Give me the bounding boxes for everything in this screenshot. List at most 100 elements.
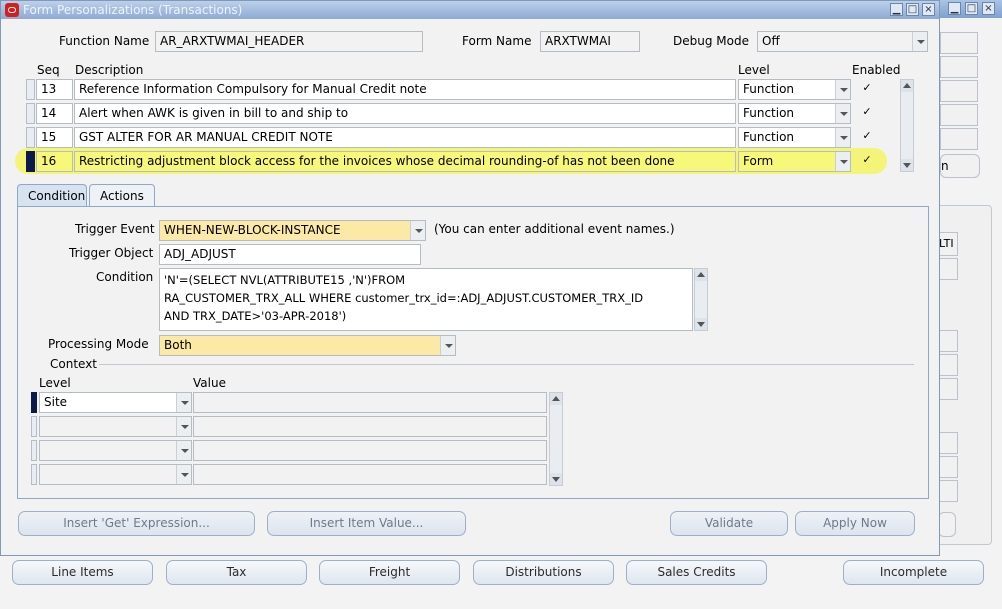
background-field xyxy=(938,378,958,400)
seq-field[interactable]: 14 xyxy=(36,103,73,124)
incomplete-button[interactable]: Incomplete xyxy=(843,560,984,585)
level-select[interactable]: Function xyxy=(738,79,851,100)
description-field[interactable]: Restricting adjustment block access for … xyxy=(74,151,736,172)
chevron-down-icon[interactable] xyxy=(176,465,191,484)
background-field xyxy=(938,354,958,376)
trigger-event-label: Trigger Event xyxy=(75,222,155,236)
chevron-down-icon[interactable] xyxy=(176,393,191,412)
background-field xyxy=(938,480,958,502)
context-scrollbar[interactable] xyxy=(549,392,563,486)
chevron-down-icon[interactable] xyxy=(176,441,191,460)
insert-item-value-button[interactable]: Insert Item Value... xyxy=(267,511,466,536)
level-column-header: Level xyxy=(738,63,770,77)
chevron-down-icon[interactable] xyxy=(410,221,425,240)
form-name-field[interactable]: ARXTWMAI xyxy=(540,31,640,52)
trigger-event-select[interactable]: WHEN-NEW-BLOCK-INSTANCE xyxy=(159,220,426,241)
chevron-down-icon[interactable] xyxy=(440,336,455,355)
scroll-up-icon[interactable] xyxy=(550,393,562,405)
processing-mode-label: Processing Mode xyxy=(48,337,149,351)
enabled-checkbox[interactable]: ✓ xyxy=(861,82,873,94)
condition-scrollbar[interactable] xyxy=(694,268,708,331)
row-selector[interactable] xyxy=(26,79,35,100)
debug-mode-select[interactable]: Off xyxy=(757,31,928,52)
background-field xyxy=(938,456,958,478)
enabled-checkbox[interactable]: ✓ xyxy=(861,130,873,142)
function-name-label: Function Name xyxy=(59,34,150,48)
context-row-selector[interactable] xyxy=(31,416,37,437)
background-button: n xyxy=(940,154,980,178)
seq-field[interactable]: 15 xyxy=(36,127,73,148)
context-value-field[interactable] xyxy=(193,440,547,461)
maximize-icon[interactable]: □ xyxy=(965,2,978,15)
context-level-select[interactable] xyxy=(39,464,192,485)
chevron-down-icon[interactable] xyxy=(176,417,191,436)
context-row-selector[interactable] xyxy=(31,464,37,485)
seq-field[interactable]: 16 xyxy=(36,151,73,172)
condition-textarea[interactable]: 'N'=(SELECT NVL(ATTRIBUTE15 ,'N')FROM RA… xyxy=(159,268,693,331)
context-row-selector[interactable] xyxy=(31,440,37,461)
scroll-down-icon[interactable] xyxy=(901,159,913,171)
debug-mode-value: Off xyxy=(762,34,780,48)
scroll-up-icon[interactable] xyxy=(695,269,707,281)
context-value-field[interactable] xyxy=(193,464,547,485)
enabled-checkbox[interactable]: ✓ xyxy=(861,154,873,166)
apply-now-button[interactable]: Apply Now xyxy=(795,511,915,536)
condition-line: 'N'=(SELECT NVL(ATTRIBUTE15 ,'N')FROM xyxy=(164,273,406,287)
level-select[interactable]: Form xyxy=(738,151,851,172)
chevron-down-icon[interactable] xyxy=(835,152,850,171)
context-value-field[interactable] xyxy=(193,416,547,437)
function-name-field[interactable]: AR_ARXTWMAI_HEADER xyxy=(155,31,423,52)
description-field[interactable]: Alert when AWK is given in bill to and s… xyxy=(74,103,736,124)
background-field xyxy=(940,32,978,54)
level-value: Form xyxy=(743,154,774,168)
description-field[interactable]: GST ALTER FOR AR MANUAL CREDIT NOTE xyxy=(74,127,736,148)
close-icon[interactable]: × xyxy=(982,2,995,15)
level-select[interactable]: Function xyxy=(738,103,851,124)
context-level-select[interactable] xyxy=(39,416,192,437)
context-level-header: Level xyxy=(39,376,71,390)
scroll-down-icon[interactable] xyxy=(695,318,707,330)
context-level-select[interactable]: Site xyxy=(39,392,192,413)
freight-button[interactable]: Freight xyxy=(319,560,460,585)
scroll-down-icon[interactable] xyxy=(550,473,562,485)
sales-credits-button[interactable]: Sales Credits xyxy=(626,560,767,585)
distributions-button[interactable]: Distributions xyxy=(473,560,614,585)
context-level-value: Site xyxy=(44,395,68,409)
chevron-down-icon[interactable] xyxy=(835,80,850,99)
grid-scrollbar[interactable] xyxy=(900,79,914,172)
chevron-down-icon[interactable] xyxy=(835,104,850,123)
row-selector-current[interactable] xyxy=(26,151,35,172)
background-button xyxy=(938,512,956,537)
chevron-down-icon[interactable] xyxy=(835,128,850,147)
description-field[interactable]: Reference Information Compulsory for Man… xyxy=(74,79,736,100)
chevron-down-icon[interactable] xyxy=(912,32,927,51)
context-level-select[interactable] xyxy=(39,440,192,461)
maximize-icon[interactable]: □ xyxy=(906,3,919,16)
debug-mode-label: Debug Mode xyxy=(673,34,749,48)
level-value: Function xyxy=(743,130,795,144)
context-row-selector-current[interactable] xyxy=(31,392,37,413)
minimize-icon[interactable]: ▁ xyxy=(948,2,961,15)
row-selector[interactable] xyxy=(26,103,35,124)
tab-condition[interactable]: Condition xyxy=(17,184,87,207)
condition-line: AND TRX_DATE>'03-APR-2018') xyxy=(164,309,347,323)
tax-button[interactable]: Tax xyxy=(166,560,307,585)
validate-button[interactable]: Validate xyxy=(670,511,788,536)
enabled-column-header: Enabled xyxy=(852,63,901,77)
level-select[interactable]: Function xyxy=(738,127,851,148)
scroll-up-icon[interactable] xyxy=(901,80,913,92)
seq-field[interactable]: 13 xyxy=(36,79,73,100)
tab-actions[interactable]: Actions xyxy=(89,184,155,207)
background-field xyxy=(940,80,978,102)
close-icon[interactable]: × xyxy=(922,3,935,16)
condition-label: Condition xyxy=(96,270,154,284)
context-value-field[interactable] xyxy=(193,392,547,413)
row-selector[interactable] xyxy=(26,127,35,148)
enabled-checkbox[interactable]: ✓ xyxy=(861,106,873,118)
level-value: Function xyxy=(743,106,795,120)
minimize-icon[interactable]: ▁ xyxy=(890,3,903,16)
processing-mode-select[interactable]: Both xyxy=(159,335,456,356)
insert-get-expression-button[interactable]: Insert 'Get' Expression... xyxy=(18,511,255,536)
line-items-button[interactable]: Line Items xyxy=(12,560,153,585)
trigger-object-field[interactable]: ADJ_ADJUST xyxy=(159,244,421,265)
